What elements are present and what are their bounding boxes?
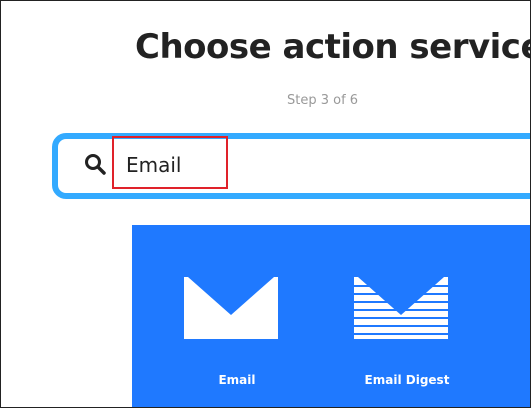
envelope-icon <box>184 277 278 339</box>
page-title: Choose action service <box>135 27 531 67</box>
page-frame: Choose action service Step 3 of 6 Email <box>0 0 531 408</box>
search-icon <box>85 154 106 175</box>
step-indicator: Step 3 of 6 <box>287 93 359 108</box>
service-label-email-digest: Email Digest <box>364 373 450 387</box>
service-grid: Email Email Digest <box>132 225 530 407</box>
search-bar[interactable] <box>52 133 530 199</box>
service-tile-email-digest[interactable]: Email Digest <box>322 225 492 407</box>
service-label-email: Email <box>218 373 256 387</box>
envelope-lines-icon <box>354 277 448 339</box>
search-input[interactable] <box>126 148 406 182</box>
service-tile-email[interactable]: Email <box>152 225 322 407</box>
